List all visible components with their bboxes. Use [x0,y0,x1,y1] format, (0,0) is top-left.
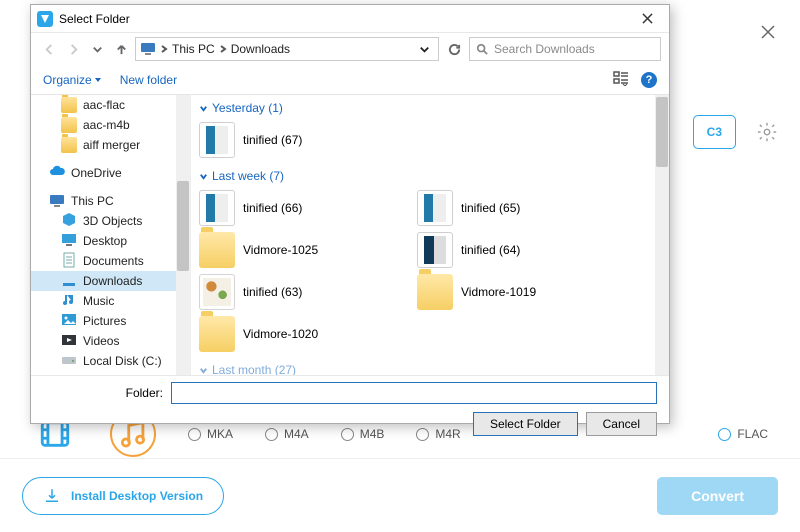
folder-thumb-icon [417,232,453,268]
3dobjects-icon [61,212,77,231]
tree-scrollbar[interactable] [176,95,190,375]
tree-item[interactable]: Music [31,291,190,311]
tree-item[interactable]: Pictures [31,311,190,331]
drive-icon [61,352,77,371]
new-folder-button[interactable]: New folder [120,73,177,87]
nav-forward-icon[interactable] [63,39,83,59]
convert-button[interactable]: Convert [657,477,778,515]
pictures-icon [61,312,77,331]
install-desktop-button[interactable]: Install Desktop Version [22,477,224,515]
downloads-icon [61,272,77,291]
crumb-root[interactable]: This PC [172,42,215,56]
select-folder-dialog: Select Folder This PC Downloads Search D… [30,4,670,424]
nav-tree: aac-flac aac-m4b aiff merger OneDrive Th… [31,95,191,375]
chevron-down-icon[interactable] [414,39,434,59]
videos-icon [61,332,77,351]
documents-icon [61,252,77,271]
tree-item-onedrive[interactable]: OneDrive [31,163,190,183]
folder-thumb-icon [199,190,235,226]
organize-menu[interactable]: Organize [43,73,102,87]
folder-thumb-icon [199,232,235,268]
chevron-right-icon [160,42,168,56]
folder-thumb-icon [199,274,235,310]
group-header[interactable]: Last week (7) [199,169,669,183]
dialog-title: Select Folder [59,12,130,26]
music-icon [61,292,77,311]
search-input[interactable]: Search Downloads [469,37,661,61]
folder-item[interactable]: tinified (65) [413,187,623,229]
install-label: Install Desktop Version [71,489,203,503]
search-placeholder: Search Downloads [494,42,595,56]
tree-item-thispc[interactable]: This PC [31,191,190,211]
group-header[interactable]: Yesterday (1) [199,101,669,115]
search-icon [476,43,488,55]
desktop-icon [61,232,77,251]
app-logo-icon [37,11,53,27]
format-flac[interactable]: FLAC [718,427,768,441]
folder-icon [61,137,77,153]
folder-item[interactable]: Vidmore-1025 [195,229,405,271]
tree-item[interactable]: Videos [31,331,190,351]
folder-item[interactable]: Vidmore-1020 [195,313,405,355]
folder-thumb-icon [417,274,453,310]
folder-item[interactable]: Vidmore-1019 [413,271,623,313]
folder-field-label: Folder: [43,386,163,400]
tree-item[interactable]: Documents [31,251,190,271]
folder-icon [61,117,77,133]
select-folder-button[interactable]: Select Folder [473,412,578,436]
nav-back-icon[interactable] [39,39,59,59]
file-pane: Yesterday (1) tinified (67) Last week (7… [191,95,669,375]
folder-item[interactable]: tinified (67) [195,119,405,161]
view-options-icon[interactable] [613,70,629,89]
tree-item[interactable]: aiff merger [31,135,190,155]
folder-thumb-icon [417,190,453,226]
tree-item[interactable]: Local Disk (C:) [31,351,190,371]
folder-thumb-icon [199,316,235,352]
tree-item-downloads[interactable]: Downloads [31,271,190,291]
tree-item[interactable]: aac-flac [31,95,190,115]
nav-up-icon[interactable] [111,39,131,59]
folder-item[interactable]: tinified (64) [413,229,623,271]
folder-thumb-icon [199,122,235,158]
recent-locations-icon[interactable] [87,39,107,59]
crumb-current[interactable]: Downloads [231,42,290,56]
folder-item[interactable]: tinified (63) [195,271,405,313]
onedrive-icon [49,164,65,183]
breadcrumb[interactable]: This PC Downloads [135,37,439,61]
folder-icon [61,97,77,113]
group-header[interactable]: Last month (27) [199,363,669,375]
refresh-icon[interactable] [443,39,465,59]
tree-item[interactable]: aac-m4b [31,115,190,135]
help-icon[interactable]: ? [641,72,657,88]
dialog-close-button[interactable] [627,6,667,32]
chevron-right-icon [219,42,227,56]
codec-chip-c3[interactable]: C3 [693,115,736,149]
format-label: FLAC [737,427,768,441]
cancel-button[interactable]: Cancel [586,412,657,436]
tree-item[interactable]: 3D Objects [31,211,190,231]
folder-name-input[interactable] [171,382,657,404]
folder-item[interactable]: tinified (66) [195,187,405,229]
pc-icon [140,41,156,57]
pc-icon [49,193,65,209]
gear-icon[interactable] [756,121,778,143]
app-close-button[interactable] [758,22,778,42]
files-scrollbar[interactable] [655,95,669,375]
tree-item[interactable]: Desktop [31,231,190,251]
